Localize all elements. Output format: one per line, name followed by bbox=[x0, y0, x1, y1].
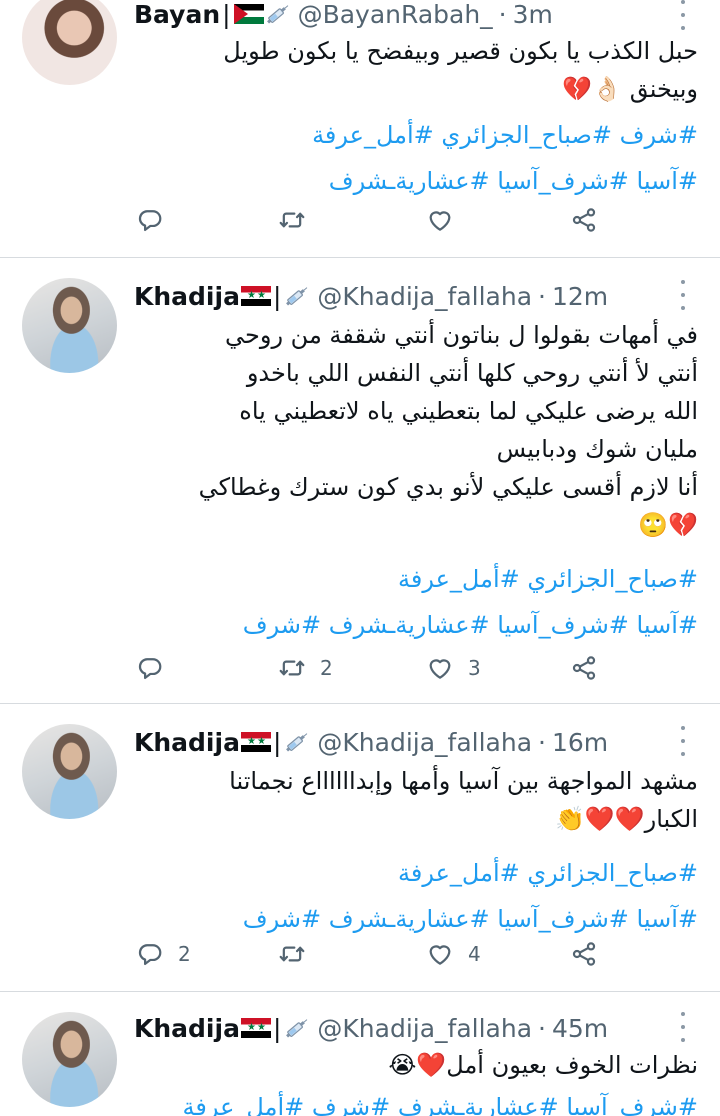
author-handle[interactable]: @Khadija_fallaha bbox=[317, 282, 532, 311]
text-line: أنتي لأ أنتي روحي كلها أنتي النفس اللي ب… bbox=[246, 359, 698, 387]
author-handle[interactable]: @BayanRabah_ bbox=[298, 0, 493, 29]
retweet-icon bbox=[278, 654, 306, 682]
reply-button[interactable] bbox=[136, 200, 178, 240]
text-line: مليان شوك ودبابيس bbox=[496, 435, 698, 463]
name-separator: | bbox=[222, 0, 231, 29]
tweet[interactable]: Khadija | @Khadija_fallaha · 45m نظرات ا… bbox=[0, 992, 720, 1116]
hashtag-line[interactable]: #شرف_آسيا #عشاريةـشرف #شرف #أمل_عرفة bbox=[132, 1084, 698, 1116]
tweet[interactable]: Bayan | @BayanRabah_ · 3m حبل الكذب يا ب… bbox=[0, 0, 720, 246]
meta-dot: · bbox=[498, 0, 507, 29]
reply-button[interactable]: 2 bbox=[136, 934, 191, 974]
syringe-icon bbox=[264, 1, 292, 27]
heart-icon bbox=[426, 206, 454, 234]
syria-flag-icon bbox=[240, 732, 271, 752]
timestamp[interactable]: 16m bbox=[552, 728, 608, 757]
retweet-button[interactable] bbox=[278, 200, 320, 240]
reply-icon bbox=[136, 940, 164, 968]
tweet-actions bbox=[132, 200, 602, 240]
reply-icon bbox=[136, 654, 164, 682]
avatar[interactable] bbox=[22, 1012, 117, 1107]
author-name[interactable]: Bayan bbox=[134, 0, 220, 29]
timestamp[interactable]: 12m bbox=[552, 282, 608, 311]
retweet-button[interactable] bbox=[278, 934, 320, 974]
like-button[interactable]: 4 bbox=[426, 934, 481, 974]
author-name[interactable]: Khadija bbox=[134, 728, 240, 757]
reply-icon bbox=[136, 206, 164, 234]
share-button[interactable] bbox=[570, 200, 598, 240]
tweet-text: مشهد المواجهة بين آسيا وأمها وإبدااااااع… bbox=[132, 762, 698, 942]
like-button[interactable] bbox=[426, 200, 468, 240]
hashtag-line[interactable]: #آسيا #شرف_آسيا #عشاريةـشرف bbox=[132, 158, 698, 204]
share-icon bbox=[570, 940, 598, 968]
share-icon bbox=[570, 206, 598, 234]
text-line: حبل الكذب يا بكون قصير وبيفضح يا بكون طو… bbox=[223, 37, 698, 65]
author-name[interactable]: Khadija bbox=[134, 282, 240, 311]
author-handle[interactable]: @Khadija_fallaha bbox=[317, 1014, 532, 1043]
tweet-header: Bayan | @BayanRabah_ · 3m bbox=[134, 0, 660, 30]
name-separator: | bbox=[272, 281, 282, 311]
hashtag-line[interactable]: #صباح_الجزائري #أمل_عرفة bbox=[132, 556, 698, 602]
avatar[interactable] bbox=[22, 278, 117, 373]
more-options-icon[interactable] bbox=[676, 280, 690, 310]
avatar[interactable] bbox=[22, 0, 117, 85]
tweet-text: حبل الكذب يا بكون قصير وبيفضح يا بكون طو… bbox=[132, 32, 698, 204]
name-separator: | bbox=[272, 1013, 282, 1043]
timestamp[interactable]: 45m bbox=[552, 1014, 608, 1043]
timestamp[interactable]: 3m bbox=[513, 0, 553, 29]
heart-icon bbox=[426, 654, 454, 682]
retweet-count: 2 bbox=[320, 656, 333, 680]
tweet-header: Khadija | @Khadija_fallaha · 12m bbox=[134, 280, 660, 312]
text-line: أنا لازم أقسى عليكي لأنو بدي كون سترك وغ… bbox=[198, 473, 698, 501]
more-options-icon[interactable] bbox=[676, 0, 690, 30]
hashtag-line[interactable]: #صباح_الجزائري #أمل_عرفة bbox=[132, 850, 698, 896]
palestine-flag-icon bbox=[233, 4, 264, 24]
tweet[interactable]: Khadija | @Khadija_fallaha · 12m في أمها… bbox=[0, 258, 720, 702]
meta-dot: · bbox=[538, 1013, 546, 1043]
text-line: الله يرضى عليكي لما بتعطيني ياه لاتعطيني… bbox=[239, 397, 698, 425]
text-line: مشهد المواجهة بين آسيا وأمها وإبدااااااع… bbox=[229, 767, 698, 795]
text-line: نظرات الخوف بعيون أمل❤️😭 bbox=[388, 1051, 698, 1079]
more-options-icon[interactable] bbox=[676, 726, 690, 756]
syringe-icon bbox=[283, 729, 311, 755]
tweet-header: Khadija | @Khadija_fallaha · 16m bbox=[134, 726, 660, 758]
share-button[interactable] bbox=[570, 648, 598, 688]
retweet-icon bbox=[278, 940, 306, 968]
syringe-icon bbox=[283, 283, 311, 309]
tweet[interactable]: Khadija | @Khadija_fallaha · 16m مشهد ال… bbox=[0, 704, 720, 990]
tweet-actions: 2 4 bbox=[132, 934, 602, 974]
text-line: الكبار❤️❤️👏 bbox=[554, 805, 698, 833]
retweet-icon bbox=[278, 206, 306, 234]
reply-button[interactable] bbox=[136, 648, 178, 688]
avatar[interactable] bbox=[22, 724, 117, 819]
text-line: وبيخنق 👌🏻💔 bbox=[562, 75, 698, 103]
like-button[interactable]: 3 bbox=[426, 648, 481, 688]
author-name[interactable]: Khadija bbox=[134, 1014, 240, 1043]
more-options-icon[interactable] bbox=[676, 1012, 690, 1042]
reply-count: 2 bbox=[178, 942, 191, 966]
tweet-actions: 2 3 bbox=[132, 648, 602, 688]
meta-dot: · bbox=[538, 727, 546, 757]
tweet-text: نظرات الخوف بعيون أمل❤️😭 #شرف_آسيا #عشار… bbox=[132, 1046, 698, 1116]
hashtag-line[interactable]: #شرف #صباح_الجزائري #أمل_عرفة bbox=[132, 112, 698, 158]
like-count: 3 bbox=[468, 656, 481, 680]
tweet-text: في أمهات بقولوا ل بناتون أنتي شقفة من رو… bbox=[132, 316, 698, 648]
retweet-button[interactable]: 2 bbox=[278, 648, 333, 688]
syringe-icon bbox=[283, 1015, 311, 1041]
share-icon bbox=[570, 654, 598, 682]
hashtag-line[interactable]: #آسيا #شرف_آسيا #عشاريةـشرف #شرف bbox=[132, 602, 698, 648]
tweet-header: Khadija | @Khadija_fallaha · 45m bbox=[134, 1012, 660, 1044]
heart-icon bbox=[426, 940, 454, 968]
name-separator: | bbox=[272, 727, 282, 757]
syria-flag-icon bbox=[240, 1018, 271, 1038]
like-count: 4 bbox=[468, 942, 481, 966]
meta-dot: · bbox=[538, 281, 546, 311]
text-line: 💔🙄 bbox=[638, 511, 698, 539]
syria-flag-icon bbox=[240, 286, 271, 306]
text-line: في أمهات بقولوا ل بناتون أنتي شقفة من رو… bbox=[225, 321, 698, 349]
author-handle[interactable]: @Khadija_fallaha bbox=[317, 728, 532, 757]
share-button[interactable] bbox=[570, 934, 598, 974]
